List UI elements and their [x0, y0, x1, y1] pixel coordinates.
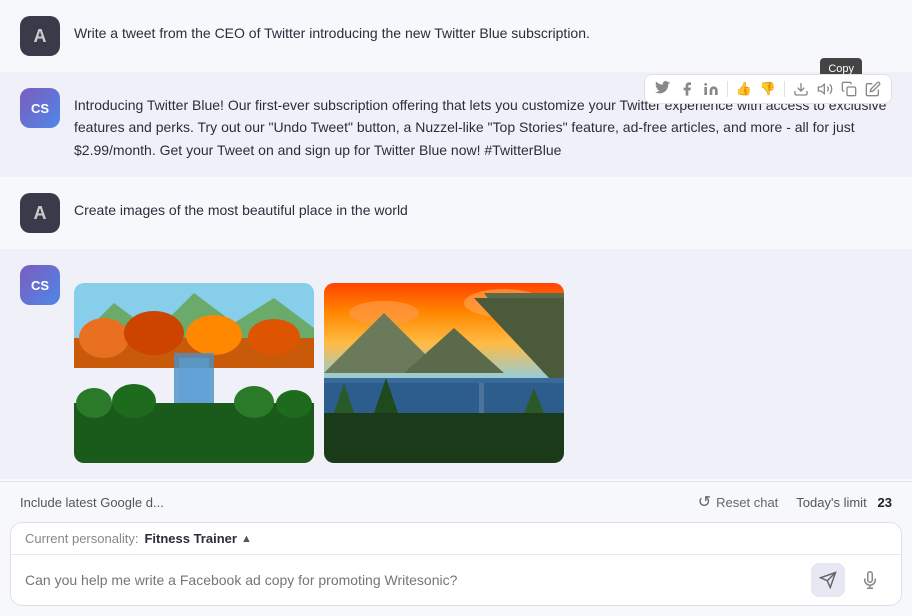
nature-image-2 — [324, 283, 564, 463]
personality-bar: Current personality: Fitness Trainer ▲ — [11, 523, 901, 555]
linkedin-icon[interactable] — [701, 79, 721, 99]
user-avatar-1: A — [20, 16, 60, 56]
nature-image-1 — [74, 283, 314, 463]
volume-icon[interactable] — [815, 79, 835, 99]
message-text-3: Create images of the most beautiful plac… — [74, 193, 892, 221]
today-limit-count: 23 — [878, 495, 892, 510]
message-images-content: 🤖 General AI ✓ 📐 Math Teacher 👤 Intervie… — [74, 265, 892, 463]
chevron-up-icon: ▲ — [241, 533, 252, 545]
twitter-icon[interactable] — [653, 79, 673, 99]
images-row — [74, 283, 892, 463]
user-avatar-2: A — [20, 193, 60, 233]
personality-selector[interactable]: Fitness Trainer ▲ — [144, 531, 251, 546]
bottom-bar: Include latest Google d... ↺ Reset chat … — [0, 481, 912, 522]
message-row-ai-1: CS Copy — [0, 72, 912, 177]
toolbar-divider-1 — [727, 81, 728, 97]
message-text-2: Copy 👍 — [74, 88, 892, 161]
reset-icon: ↺ — [698, 492, 711, 512]
ai-avatar-1: CS — [20, 88, 60, 128]
reset-label: Reset chat — [716, 495, 778, 510]
message-text-1: Write a tweet from the CEO of Twitter in… — [74, 16, 892, 44]
ai-avatar-2: CS — [20, 265, 60, 305]
bottom-bar-text: Include latest Google d... — [20, 495, 680, 510]
message-toolbar: 👍 👎 — [644, 74, 892, 104]
edit-icon[interactable] — [863, 79, 883, 99]
today-limit-label: Today's limit — [796, 495, 866, 510]
message-row-user-2: A Create images of the most beautiful pl… — [0, 177, 912, 249]
toolbar-divider-2 — [784, 81, 785, 97]
personality-label: Current personality: — [25, 531, 138, 546]
today-limit: Today's limit 23 — [796, 495, 892, 510]
message-row-user-1: A Write a tweet from the CEO of Twitter … — [0, 0, 912, 72]
chat-input-container: Current personality: Fitness Trainer ▲ — [10, 522, 902, 606]
reset-chat-button[interactable]: ↺ Reset chat — [690, 488, 787, 516]
message-row-ai-2: CS — [0, 249, 912, 479]
personality-value-text: Fitness Trainer — [144, 531, 236, 546]
thumbs-up-icon[interactable]: 👍 — [734, 79, 754, 99]
mic-button[interactable] — [853, 563, 887, 597]
message-input[interactable] — [25, 572, 803, 588]
facebook-icon[interactable] — [677, 79, 697, 99]
copy-icon[interactable] — [839, 79, 859, 99]
chat-container: A Write a tweet from the CEO of Twitter … — [0, 0, 912, 616]
download-icon[interactable] — [791, 79, 811, 99]
input-row — [11, 555, 901, 605]
chat-messages: A Write a tweet from the CEO of Twitter … — [0, 0, 912, 481]
send-button[interactable] — [811, 563, 845, 597]
thumbs-down-icon[interactable]: 👎 — [758, 79, 778, 99]
